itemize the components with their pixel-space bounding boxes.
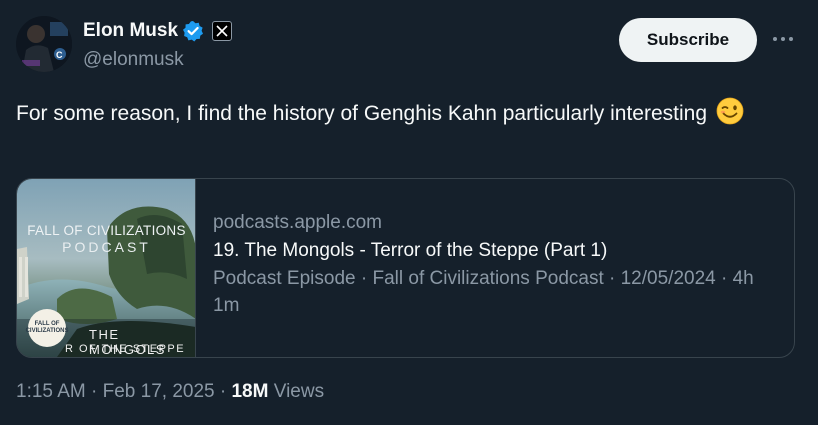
author-handle[interactable]: @elonmusk <box>83 49 184 71</box>
card-description: Podcast Episode · Fall of Civilizations … <box>213 268 754 316</box>
author-name-row: Elon Musk <box>83 20 233 42</box>
tweet-metadata: 1:15 AM · Feb 17, 2025 · 18M Views <box>16 381 324 403</box>
tweet-time[interactable]: 1:15 AM <box>16 381 86 402</box>
tweet-text-body: For some reason, I find the history of G… <box>16 102 708 125</box>
tweet: C Elon Musk @elonmusk Subscribe For some <box>0 0 818 425</box>
svg-text:C: C <box>56 50 63 60</box>
thumbnail-title: FALL OF CIVILIZATIONS <box>27 223 186 238</box>
verified-badge-icon <box>182 20 204 42</box>
podcast-thumbnail[interactable]: FALL OF CIVILIZATIONS PODCAST FALL OF CI… <box>17 179 196 357</box>
card-title: 19. The Mongols - Terror of the Steppe (… <box>213 240 608 261</box>
card-domain: podcasts.apple.com <box>213 212 382 233</box>
views-label: Views <box>273 381 325 402</box>
link-preview-card[interactable]: FALL OF CIVILIZATIONS PODCAST FALL OF CI… <box>16 178 795 358</box>
thumbnail-logo: FALL OF CIVILIZATIONS <box>25 309 69 347</box>
winking-face-icon <box>715 96 745 126</box>
thumbnail-logo-text: FALL OF CIVILIZATIONS <box>25 321 69 334</box>
author-display-name[interactable]: Elon Musk <box>83 20 178 42</box>
more-horizontal-icon[interactable] <box>770 26 796 52</box>
tweet-text: For some reason, I find the history of G… <box>16 96 786 129</box>
subscribe-button[interactable]: Subscribe <box>619 18 757 62</box>
tweet-date[interactable]: Feb 17, 2025 <box>103 381 215 402</box>
views-count[interactable]: 18M <box>231 381 268 402</box>
x-affiliation-icon[interactable] <box>212 21 233 41</box>
avatar[interactable]: C <box>16 16 72 72</box>
card-body: podcasts.apple.com 19. The Mongols - Ter… <box>213 209 783 319</box>
thumbnail-episode-line2: R OF THE STEPPE <box>65 343 186 355</box>
thumbnail-subtitle: PODCAST <box>62 239 151 255</box>
meta-separator: · <box>91 381 98 402</box>
meta-separator: · <box>219 381 227 402</box>
